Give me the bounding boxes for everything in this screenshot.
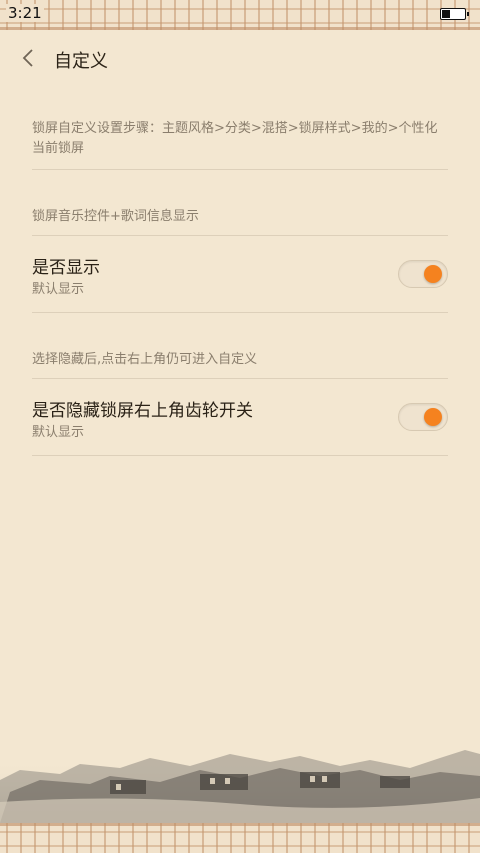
setting-subtitle: 默认显示 (32, 282, 85, 297)
decorative-top-border (0, 0, 480, 30)
setting-row-show[interactable]: 是否显示 默认显示 (32, 236, 448, 312)
setting-title: 是否隐藏锁屏右上角齿轮开关 (32, 401, 253, 421)
setting-subtitle: 默认显示 (32, 425, 85, 440)
divider (32, 455, 448, 456)
settings-list: 锁屏自定义设置步骤：主题风格>分类>混搭>锁屏样式>我的>个性化当前锁屏 锁屏音… (32, 86, 448, 456)
decorative-bottom-border (0, 823, 480, 853)
page-title: 自定义 (54, 51, 108, 72)
border-line (0, 823, 480, 826)
ink-landscape-illustration (0, 750, 480, 823)
toggle-knob (424, 408, 442, 426)
header: 自定义 (0, 30, 480, 86)
toggle-knob (424, 265, 442, 283)
intro-text: 锁屏自定义设置步骤：主题风格>分类>混搭>锁屏样式>我的>个性化当前锁屏 (32, 121, 438, 156)
battery-icon (440, 8, 469, 20)
show-toggle-switch[interactable] (398, 260, 448, 288)
setting-row-hide-gear[interactable]: 是否隐藏锁屏右上角齿轮开关 默认显示 (32, 379, 448, 455)
section-caption-gear: 选择隐藏后,点击右上角仍可进入自定义 (32, 352, 258, 367)
section-caption-music: 锁屏音乐控件+歌词信息显示 (32, 209, 199, 224)
status-time: 3:21 (6, 4, 44, 22)
battery-level (442, 10, 450, 18)
chevron-left-icon[interactable] (18, 46, 40, 70)
setting-title: 是否显示 (32, 258, 100, 278)
hide-gear-toggle-switch[interactable] (398, 403, 448, 431)
